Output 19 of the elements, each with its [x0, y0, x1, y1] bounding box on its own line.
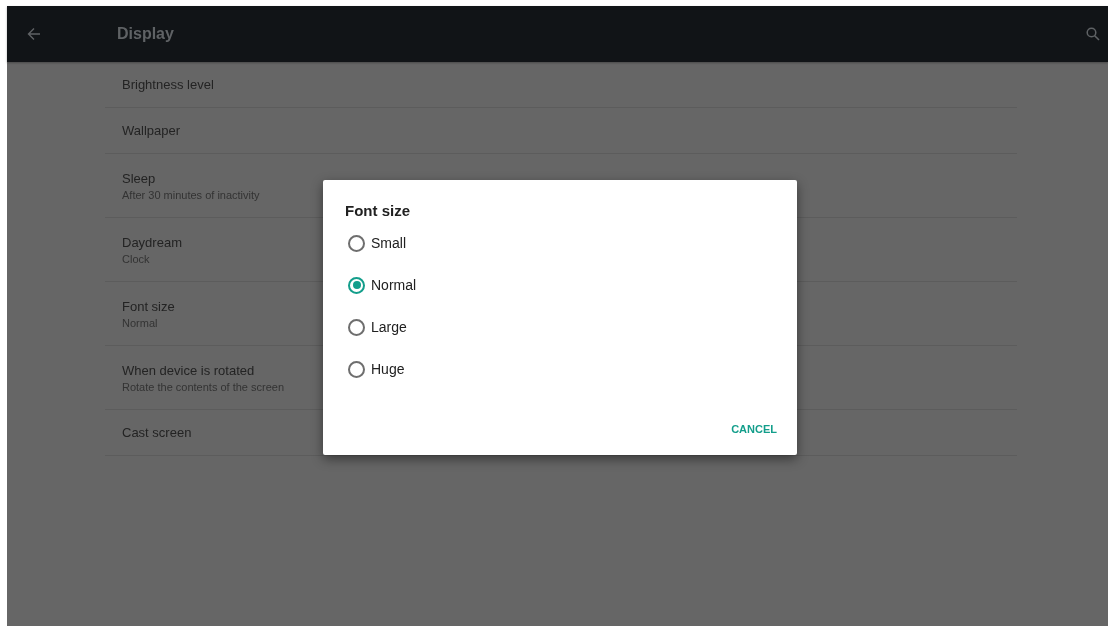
dialog-title: Font size: [345, 202, 411, 219]
setting-title: Brightness level: [122, 77, 214, 92]
option-label[interactable]: Small: [371, 235, 406, 251]
search-icon[interactable]: [1086, 27, 1100, 41]
radio-button[interactable]: [348, 234, 365, 252]
option-label[interactable]: Huge: [371, 361, 405, 377]
setting-title: Font size: [122, 298, 175, 314]
back-arrow-icon[interactable]: [27, 27, 41, 41]
option-label[interactable]: Large: [371, 319, 407, 335]
setting-title: Sleep: [122, 170, 156, 186]
radio-button[interactable]: [348, 318, 365, 336]
radio-button[interactable]: [348, 276, 365, 294]
setting-title: Wallpaper: [122, 123, 181, 138]
option-label[interactable]: Normal: [371, 277, 417, 293]
setting-title: Cast screen: [122, 425, 192, 440]
setting-title: Daydream: [122, 234, 182, 250]
screen-title: Display: [117, 25, 174, 43]
radio-button[interactable]: [348, 360, 365, 378]
setting-title: When device is rotated: [122, 362, 255, 378]
